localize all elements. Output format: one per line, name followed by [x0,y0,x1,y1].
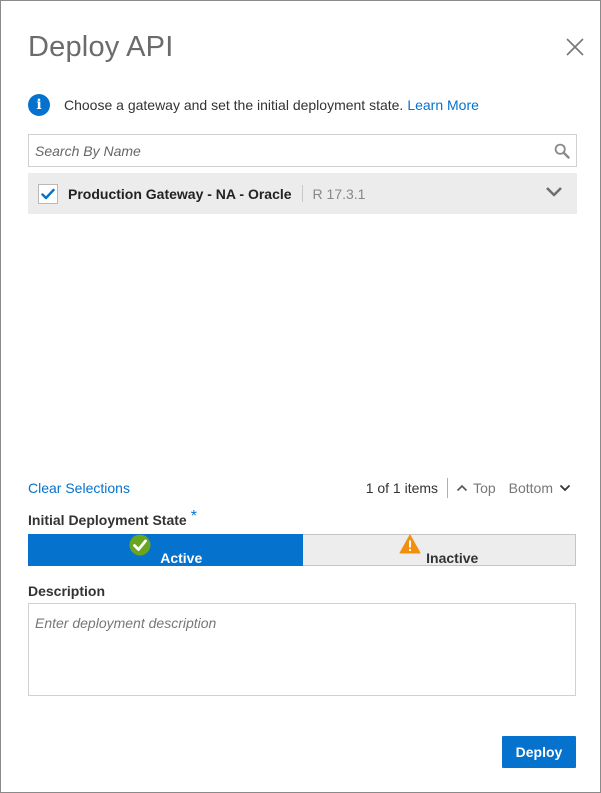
required-indicator: * [190,508,197,525]
deployment-state-label: Initial Deployment State * [28,508,197,530]
divider [301,185,303,202]
info-text: Choose a gateway and set the initial dep… [64,97,404,113]
dialog-title: Deploy API [28,31,174,63]
gateway-version: R 17.3.1 [312,185,366,202]
search-icon[interactable] [554,143,570,159]
state-active-button[interactable]: Active [28,534,303,566]
bottom-label: Bottom [508,480,553,496]
gateway-name: Production Gateway - NA - Oracle [68,185,292,202]
description-field [28,603,576,696]
top-label: Top [473,480,496,496]
close-icon[interactable] [563,35,587,59]
item-count: 1 of 1 items [365,480,439,496]
deploy-api-dialog: Deploy API i Choose a gateway and set th… [0,0,601,793]
divider [447,478,449,498]
chevron-down-icon [559,484,571,492]
info-message: i Choose a gateway and set the initial d… [28,93,479,117]
deployment-state-label-text: Initial Deployment State [28,512,187,528]
check-circle-icon [129,534,151,556]
description-textarea[interactable] [29,604,575,695]
chevron-down-icon[interactable] [545,185,563,199]
state-inactive-button[interactable]: Inactive [302,534,576,566]
warning-triangle-icon [399,534,420,554]
search-input[interactable] [29,135,549,166]
gateway-list-item[interactable]: Production Gateway - NA - Oracle R 17.3.… [28,173,577,214]
learn-more-link[interactable]: Learn More [407,97,479,113]
description-label: Description [28,583,106,599]
clear-selections-link[interactable]: Clear Selections [28,480,130,496]
search-field [28,134,577,167]
scroll-top-button[interactable]: Top [456,480,496,496]
deployment-state-toggle: Active Inactive [28,534,576,566]
gateway-checkbox[interactable] [38,183,58,204]
deploy-button[interactable]: Deploy [502,736,576,768]
scroll-bottom-button[interactable]: Bottom [509,480,571,496]
list-footer: Clear Selections 1 of 1 items Top Bottom [28,478,577,498]
info-icon: i [28,94,50,116]
state-inactive-label: Inactive [426,550,479,566]
pager: 1 of 1 items Top Bottom [366,478,577,498]
state-active-label: Active [160,550,203,566]
checkmark-icon [41,188,55,199]
chevron-up-icon [456,484,468,492]
